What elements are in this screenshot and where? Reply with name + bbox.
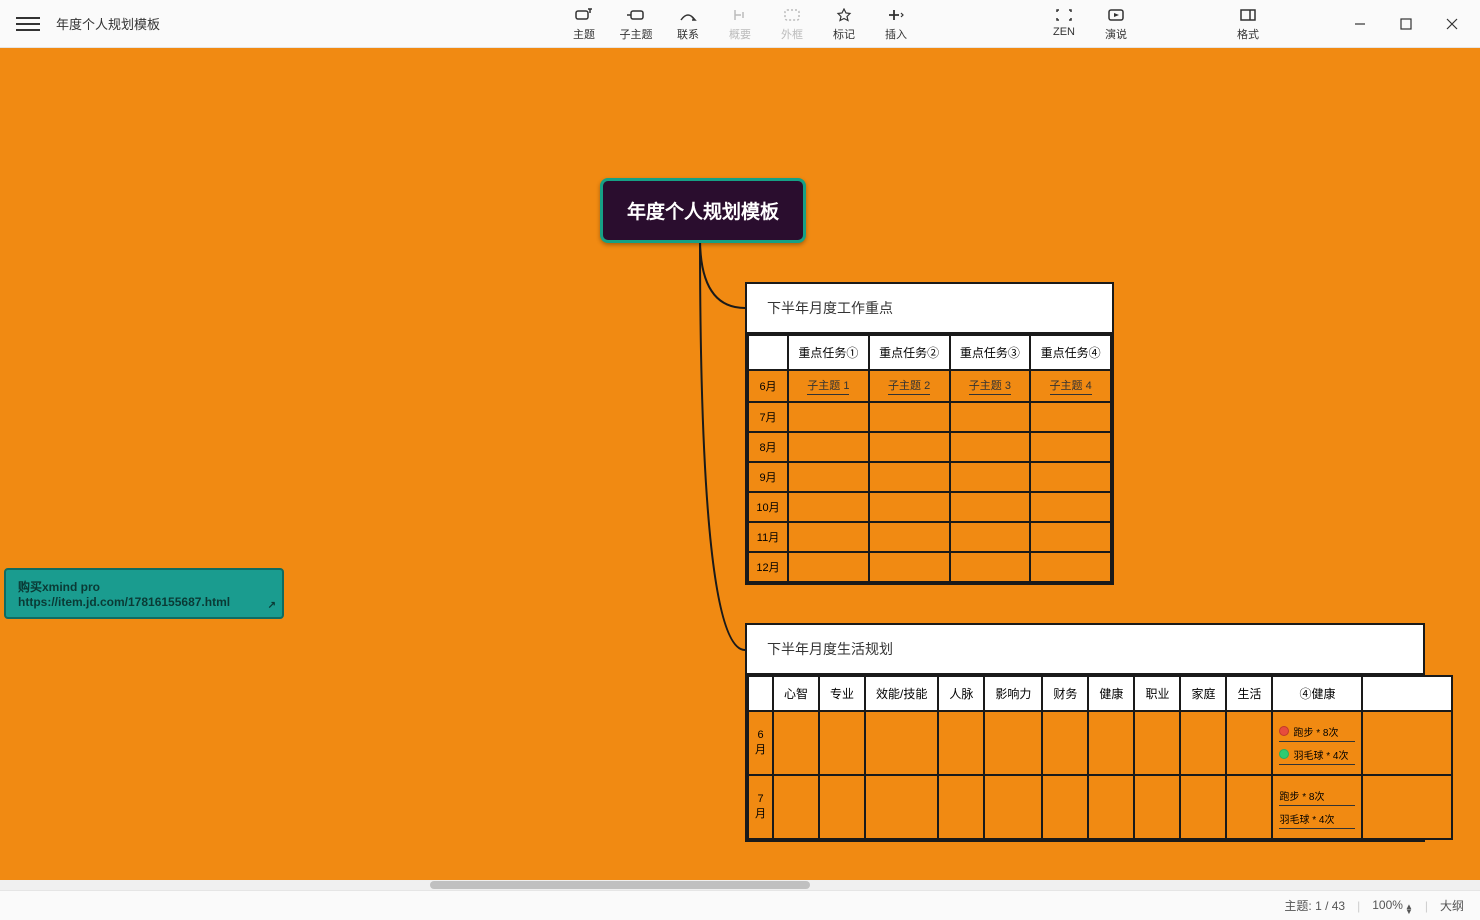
relation-icon: [679, 6, 697, 24]
marker-icon: [835, 6, 853, 24]
table-row: 6月 子主题 1 子主题 2 子主题 3 子主题 4: [748, 370, 1111, 402]
titlebar: 年度个人规划模板 主题 子主题 联系 概要 外框 标记 插入: [0, 0, 1480, 48]
toolbar-marker[interactable]: 标记: [824, 6, 864, 42]
zoom-level[interactable]: 100%▲▼: [1372, 898, 1413, 914]
health-item[interactable]: 羽毛球 * 4次: [1279, 809, 1355, 829]
table-row: 11月: [748, 522, 1111, 552]
window-maximize[interactable]: [1386, 9, 1426, 39]
menu-icon[interactable]: [16, 12, 40, 36]
panel-life-plan[interactable]: 下半年月度生活规划 心智 专业 效能/技能 人脉 影响力 财务 健康 职业 家庭…: [745, 623, 1425, 842]
toolbar-insert[interactable]: 插入: [876, 6, 916, 42]
central-topic[interactable]: 年度个人规划模板: [600, 178, 806, 243]
marker-circle-green: [1279, 749, 1289, 759]
panel-work-focus[interactable]: 下半年月度工作重点 重点任务① 重点任务② 重点任务③ 重点任务④ 6月 子主题…: [745, 282, 1114, 585]
table-row: 7月: [748, 402, 1111, 432]
external-link-icon[interactable]: ↗: [268, 600, 276, 611]
topic-icon: [575, 6, 593, 24]
table-row: 12月: [748, 552, 1111, 582]
topic-count-label: 主题: 1 / 43: [1284, 897, 1345, 914]
boundary-icon: [783, 6, 801, 24]
present-icon: [1107, 6, 1125, 24]
table-row: 9月: [748, 462, 1111, 492]
toolbar-summary: 概要: [720, 6, 760, 42]
document-title: 年度个人规划模板: [56, 14, 160, 33]
window-minimize[interactable]: [1340, 9, 1380, 39]
work-table: 重点任务① 重点任务② 重点任务③ 重点任务④ 6月 子主题 1 子主题 2 子…: [747, 334, 1112, 583]
statusbar: 主题: 1 / 43 | 100%▲▼ | 大纲: [0, 890, 1480, 920]
toolbar-relation[interactable]: 联系: [668, 6, 708, 42]
toolbar-boundary: 外框: [772, 6, 812, 42]
outline-button[interactable]: 大纲: [1440, 897, 1464, 914]
toolbar-zen[interactable]: ZEN: [1044, 6, 1084, 42]
floating-topic[interactable]: 购买xmind pro https://item.jd.com/17816155…: [4, 568, 284, 619]
health-item[interactable]: 跑步 * 8次: [1279, 786, 1355, 806]
life-table: 心智 专业 效能/技能 人脉 影响力 财务 健康 职业 家庭 生活 ④健康 6月: [747, 675, 1453, 840]
table-header-row: 心智 专业 效能/技能 人脉 影响力 财务 健康 职业 家庭 生活 ④健康: [748, 676, 1452, 711]
canvas[interactable]: 年度个人规划模板 购买xmind pro https://item.jd.com…: [0, 48, 1480, 890]
table-header-row: 重点任务① 重点任务② 重点任务③ 重点任务④: [748, 335, 1111, 370]
zoom-stepper-icon[interactable]: ▲▼: [1405, 904, 1413, 914]
table-row: 8月: [748, 432, 1111, 462]
toolbar-present[interactable]: 演说: [1096, 6, 1136, 42]
summary-icon: [731, 6, 749, 24]
toolbar-center: 主题 子主题 联系 概要 外框 标记 插入: [564, 6, 916, 42]
subtopic-icon: [627, 6, 645, 24]
table-row: 10月: [748, 492, 1111, 522]
insert-icon: [887, 6, 905, 24]
scrollbar-thumb[interactable]: [430, 881, 810, 889]
zen-icon: [1055, 6, 1073, 24]
format-icon: [1239, 6, 1257, 24]
health-item[interactable]: 羽毛球 * 4次: [1279, 745, 1355, 765]
panel-title: 下半年月度生活规划: [747, 625, 1423, 675]
window-close[interactable]: [1432, 9, 1472, 39]
toolbar-subtopic[interactable]: 子主题: [616, 6, 656, 42]
health-item[interactable]: 跑步 * 8次: [1279, 722, 1355, 742]
toolbar-right: ZEN 演说 格式: [964, 6, 1472, 42]
table-row: 6月 跑步 * 8次 羽毛球 * 4次: [748, 711, 1452, 775]
table-row: 7月 跑步 * 8次 羽毛球 * 4次: [748, 775, 1452, 839]
toolbar-format[interactable]: 格式: [1228, 6, 1268, 42]
horizontal-scrollbar[interactable]: [0, 880, 1480, 890]
toolbar-topic[interactable]: 主题: [564, 6, 604, 42]
marker-circle-red: [1279, 726, 1289, 736]
panel-title: 下半年月度工作重点: [747, 284, 1112, 334]
